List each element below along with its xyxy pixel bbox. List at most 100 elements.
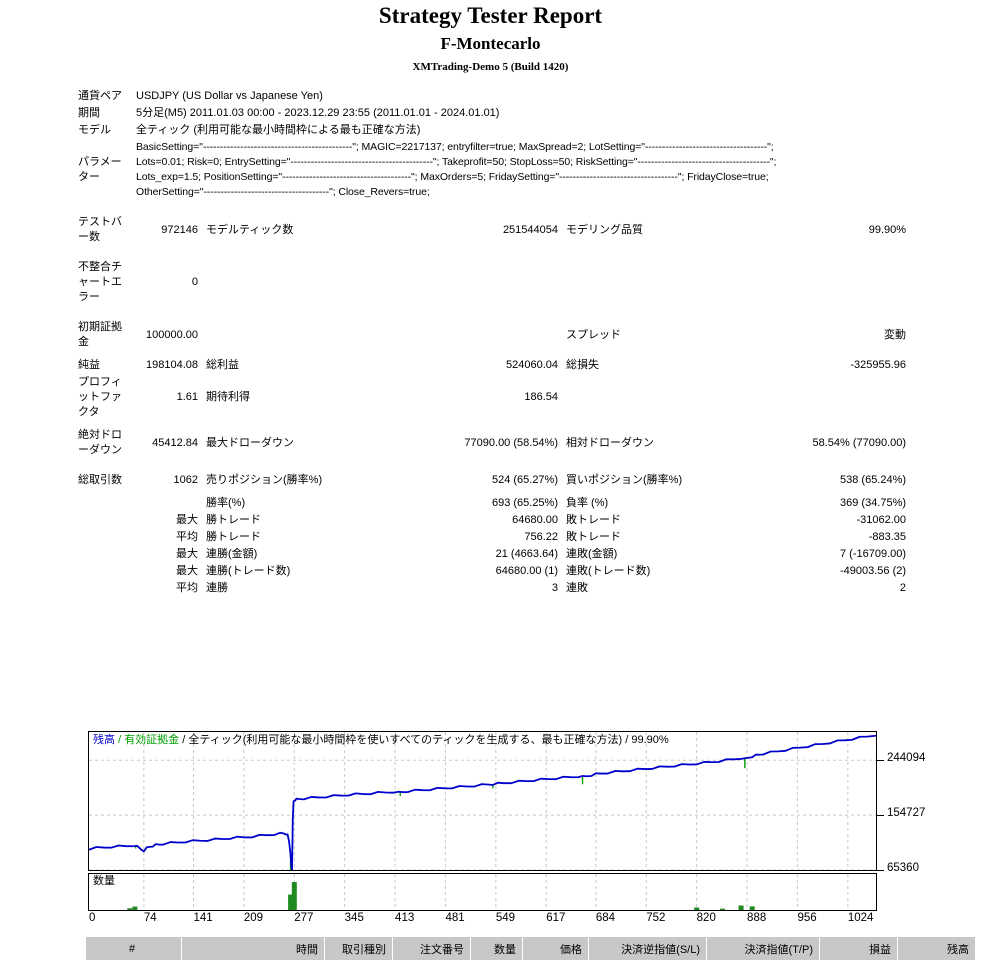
y-tick-label: 154727 [887,807,926,820]
bars-value: 972146 [161,223,198,236]
legend-sep-3: / [625,734,629,746]
max-dd-label: 最大ドローダウン [206,436,294,449]
avg-consec-win-value: 3 [551,582,558,594]
x-tick-label: 752 [646,912,666,924]
x-tick-label: 209 [243,912,264,924]
x-tick-label: 684 [595,912,616,924]
largest-loss-value: -31062.00 [856,514,907,526]
avgc-spacer [74,580,132,597]
chart-legend: 残高 / 有効証拠金 / 全ティック(利用可能な最小時間枠を使いすべてのティック… [93,734,669,747]
parameters-label: パラメーター [78,156,122,183]
equity-chart: 残高 / 有効証拠金 / 全ティック(利用可能な最小時間枠を使いすべてのティック… [88,731,877,914]
symbol-label: 通貨ペア [78,90,122,102]
row-model: モデル 全ティック (利用可能な最小時間枠による最も正確な方法) [74,122,910,139]
spacer [74,246,910,259]
legend-equity: 有効証拠金 [124,734,180,746]
equity-curve-svg [89,732,876,870]
symbol-value: USDJPY (US Dollar vs Japanese Yen) [136,90,323,102]
y-tick-mark [877,870,884,871]
expert-name: F-Montecarlo [440,34,541,53]
legend-model: 全ティック(利用可能な最小時間枠を使いすべてのティックを生成する、最も正確な方法… [188,734,623,746]
param-line: OtherSetting="--------------------------… [136,186,430,198]
period-label: 期間 [78,107,100,119]
avgc-prefix: 平均 [176,582,198,594]
mca-spacer [74,546,132,563]
netprofit-label: 純益 [78,359,100,371]
spread-label: スプレッド [566,328,621,341]
deposit-spacer2 [452,319,562,351]
legend-sep-2: / [182,734,186,746]
row-total-trades: 総取引数 1062 売りポジション(勝率%) 524 (65.27%) 買いポジ… [74,472,910,489]
long-positions-value: 538 (65.24%) [840,474,907,486]
largest-win-value: 64680.00 [512,514,558,526]
x-tick-label: 74 [143,912,157,924]
largest-loss-label: 敗トレード [566,514,621,526]
largest-spacer [74,512,132,529]
row-mismatch: 不整合チャートエラー 0 [74,259,910,306]
abs-dd-value: 45412.84 [152,436,198,449]
volume-bars-svg [127,874,849,910]
winrate-blank [132,495,202,512]
pf-spacer [562,374,732,421]
expected-value: 186.54 [524,391,558,403]
row-netprofit: 純益 198104.08 総利益 524060.04 総損失 -325955.9… [74,357,910,374]
spacer-cell [74,306,910,319]
max-consec-win-label: 連勝(金額) [206,548,258,560]
quality-label: モデリング品質 [566,223,643,236]
model-label: モデル [78,124,111,136]
max-consec-profit-label: 連勝(トレード数) [206,565,291,577]
y-tick-label: 244094 [887,752,926,765]
deposit-value: 100000.00 [146,328,198,341]
row-max-consecutive-amount: 最大 連勝(金額) 21 (4663.64) 連敗(金額) 7 (-16709.… [74,546,910,563]
x-tick-label: 277 [294,912,314,924]
mcc-prefix: 最大 [176,565,198,577]
avg-loss-value: -883.35 [868,531,907,543]
x-tick-label: 413 [395,912,415,924]
y-tick-label: 65360 [887,862,919,874]
max-consec-profit-value: 64680.00 (1) [495,565,558,577]
total-trades-label: 総取引数 [78,474,122,486]
x-tick-label: 1024 [847,912,874,924]
chart-x-axis: 0 74 141 209 277 345 413 481 549 617 684 752 820 888 9… [88,910,888,930]
row-parameters: パラメーター BasicSetting="-------------------… [74,139,910,201]
average-spacer [74,529,132,546]
volume-label: 数量 [93,875,117,888]
row-drawdown: 絶対ドローダウン 45412.84 最大ドローダウン 77090.00 (58.… [74,427,910,459]
chart-y-axis: 244094 154727 65360 [877,731,977,876]
max-dd-value: 77090.00 (58.54%) [464,436,558,449]
mismatch-spacer3 [562,259,732,306]
expected-label: 期待利得 [206,391,250,403]
bars-label: テストバー数 [78,216,122,243]
abs-dd-label: 絶対ドローダウン [78,429,122,456]
short-positions-value: 524 (65.27%) [491,474,558,486]
spacer [74,459,910,472]
mismatch-spacer2 [452,259,562,306]
y-tick-mark [877,760,884,762]
lossrate-value: 369 (34.75%) [840,497,907,509]
grossloss-label: 総損失 [566,359,599,371]
row-bars: テストバー数 972146 モデルティック数 251544054 モデリング品質… [74,214,910,246]
avg-consec-win-label: 連勝 [206,582,228,594]
param-line: BasicSetting="--------------------------… [136,141,774,153]
profitfactor-value: 1.61 [176,391,198,403]
profitfactor-label: プロフィットファクタ [78,376,122,418]
spacer-cell [74,201,910,214]
param-line: Lots=0.01; Risk=0; EntrySetting="-------… [136,156,777,168]
param-line: Lots_exp=1.5; PositionSetting="---------… [136,171,769,183]
deals-table: # 時間 取引種別 注文番号 数量 価格 決済逆指値(S/L) 決済指値(T/P) 損益 残高 [85,936,976,961]
winrate-prefix [74,495,132,512]
spacer [74,306,910,319]
x-tick-label: 888 [747,912,767,924]
avg-win-label: 勝トレード [206,531,261,543]
winrate-label: 勝率(%) [206,497,246,509]
strategy-tester-report-page: Strategy Tester Report F-Montecarlo XMTr… [0,4,981,961]
deposit-label: 初期証拠金 [78,321,122,348]
ticks-label: モデルティック数 [206,223,294,236]
row-winrate: 勝率(%) 693 (65.25%) 負率 (%) 369 (34.75%) [74,495,910,512]
max-consec-lossamt-label: 連敗(トレード数) [566,565,651,577]
volume-chart-plot: 数量 [88,873,877,911]
y-tick-mark [877,815,884,817]
summary-table: 通貨ペア USDJPY (US Dollar vs Japanese Yen) … [74,88,910,597]
mcc-spacer [74,563,132,580]
grossloss-value: -325955.96 [850,359,907,371]
